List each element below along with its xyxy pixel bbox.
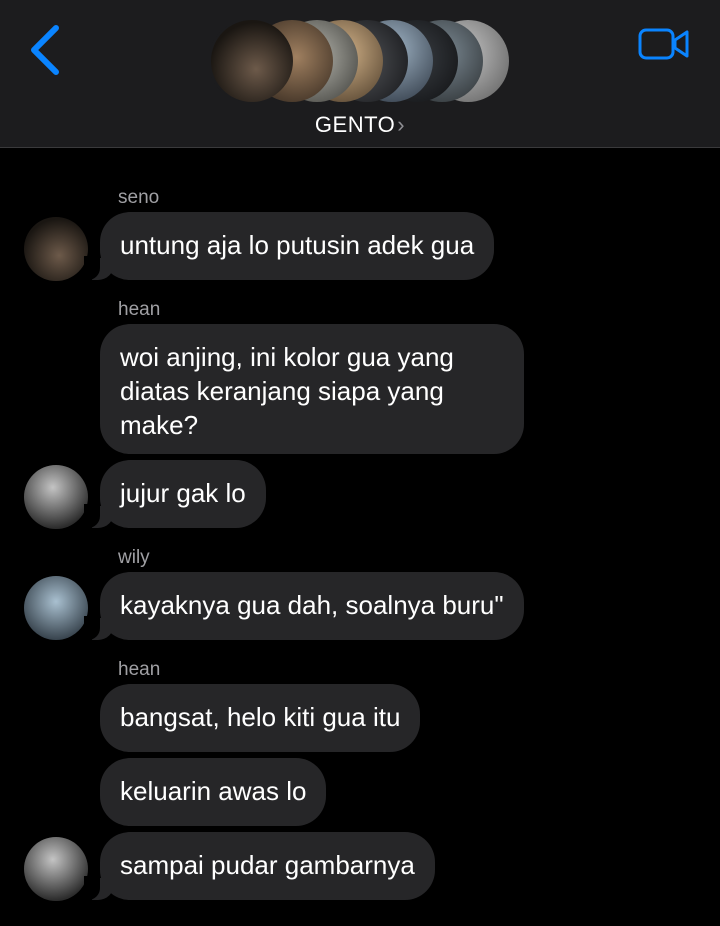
chevron-left-icon xyxy=(31,25,59,75)
sender-avatar[interactable] xyxy=(24,465,88,529)
chat-header: GENTO› xyxy=(0,0,720,148)
message-text: kayaknya gua dah, soalnya buru" xyxy=(120,590,504,620)
sender-avatar[interactable] xyxy=(24,837,88,901)
member-avatar xyxy=(211,20,293,102)
message-text: jujur gak lo xyxy=(120,478,246,508)
message-bubble[interactable]: kayaknya gua dah, soalnya buru" xyxy=(84,572,524,640)
message-bubble[interactable]: untung aja lo putusin adek gua xyxy=(83,212,495,280)
chevron-right-icon: › xyxy=(397,112,406,137)
group-title[interactable]: GENTO› xyxy=(0,112,720,138)
back-button[interactable] xyxy=(26,24,66,76)
sender-name: hean xyxy=(118,659,161,680)
video-call-button[interactable] xyxy=(638,26,690,62)
message-text: woi anjing, ini kolor gua yang diatas ke… xyxy=(120,342,454,440)
sender-name: hean xyxy=(118,299,161,320)
message-text: keluarin awas lo xyxy=(120,776,307,806)
message-bubble[interactable]: keluarin awas lo xyxy=(100,758,327,826)
message-bubble[interactable]: bangsat, helo kiti gua itu xyxy=(100,684,421,752)
group-avatar-stack[interactable] xyxy=(211,20,511,102)
message-text: bangsat, helo kiti gua itu xyxy=(120,702,401,732)
video-camera-icon xyxy=(638,28,689,60)
message-text: untung aja lo putusin adek gua xyxy=(120,230,475,260)
sender-avatar[interactable] xyxy=(24,576,88,640)
sender-name: seno xyxy=(118,187,160,208)
message-bubble[interactable]: sampai pudar gambarnya xyxy=(84,832,435,900)
message-bubble[interactable]: jujur gak lo xyxy=(84,460,266,528)
sender-name: wily xyxy=(118,547,150,568)
message-bubble[interactable]: woi anjing, ini kolor gua yang diatas ke… xyxy=(100,324,524,454)
group-name-text: GENTO xyxy=(314,112,396,137)
message-text: sampai pudar gambarnya xyxy=(120,850,415,880)
sender-avatar[interactable] xyxy=(24,217,88,281)
